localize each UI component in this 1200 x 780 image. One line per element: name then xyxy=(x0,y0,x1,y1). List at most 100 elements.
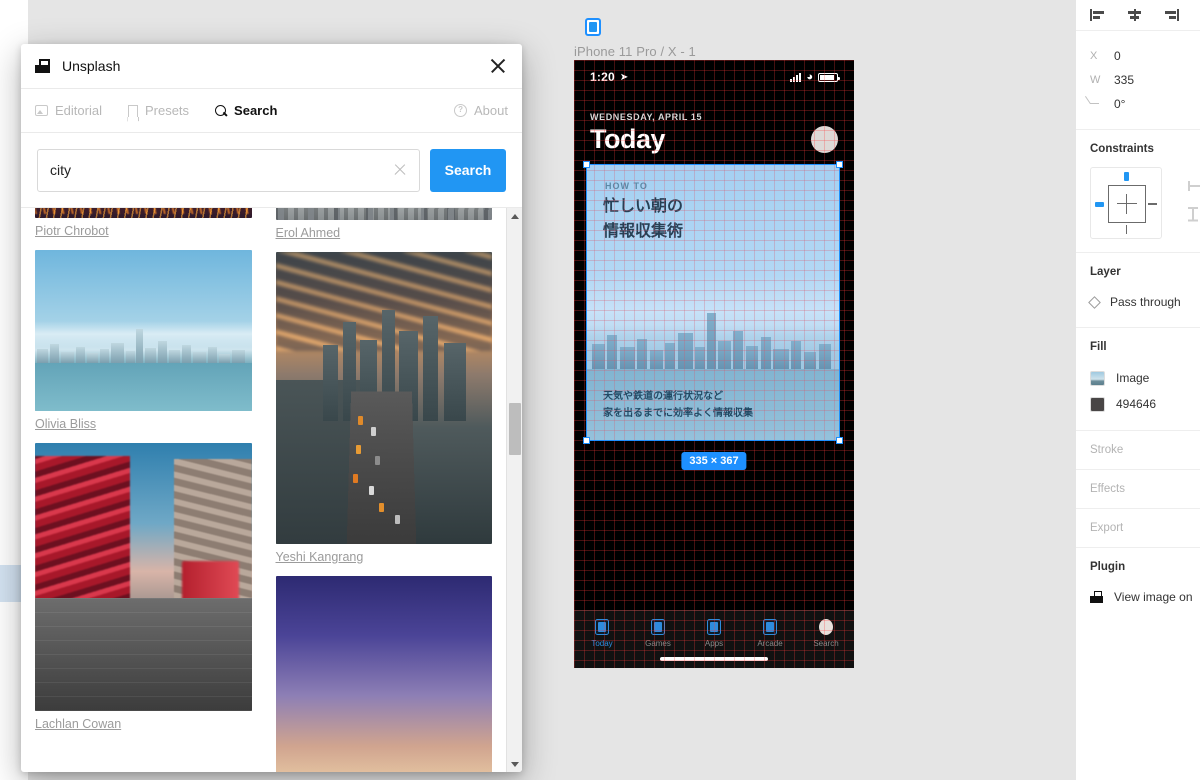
stroke-section[interactable]: Stroke xyxy=(1076,431,1200,470)
fill-section: Fill Image 494646 xyxy=(1076,328,1200,431)
w-value[interactable]: 335 xyxy=(1114,73,1134,87)
photo-thumbnail[interactable] xyxy=(275,208,492,220)
search-field-wrapper[interactable] xyxy=(37,148,420,192)
photographer-credit-link[interactable]: Erol Ahmed xyxy=(276,226,493,240)
results-scrollbar[interactable] xyxy=(506,208,522,772)
tab-presets[interactable]: Presets xyxy=(127,103,190,118)
home-indicator xyxy=(660,657,768,661)
effects-title: Effects xyxy=(1090,483,1125,495)
arcade-tab-icon xyxy=(763,619,777,635)
plugin-section: Plugin View image on xyxy=(1076,548,1200,622)
align-left-icon[interactable] xyxy=(1090,9,1105,21)
clear-icon[interactable] xyxy=(393,163,407,177)
horizontal-resize-icon[interactable] xyxy=(1188,181,1200,191)
fill-label[interactable]: 494646 xyxy=(1116,397,1156,411)
tab-editorial[interactable]: Editorial xyxy=(35,103,102,118)
iphone-frame[interactable]: 1:20 ➤ ◕ WEDNESDAY, APRIL 15 Today HOW T… xyxy=(574,60,854,668)
photo-result[interactable] xyxy=(275,576,492,772)
photo-result[interactable]: Lachlan Cowan xyxy=(35,443,252,731)
search-tab-icon xyxy=(819,619,833,635)
scroll-down-arrow-icon[interactable] xyxy=(507,756,522,772)
close-icon[interactable] xyxy=(488,56,508,76)
blend-mode-row[interactable]: Pass through xyxy=(1088,290,1186,314)
photographer-credit-link[interactable]: Olivia Bliss xyxy=(35,417,252,431)
tab-label: Today xyxy=(591,639,613,648)
resize-handle-top-right[interactable] xyxy=(836,161,843,168)
fill-swatch-solid[interactable] xyxy=(1090,396,1105,412)
x-position-row[interactable]: X 0 xyxy=(1090,44,1186,68)
scroll-up-arrow-icon[interactable] xyxy=(507,208,522,224)
tab-search[interactable]: Search xyxy=(798,619,854,648)
cellular-signal-icon xyxy=(790,72,802,82)
tab-today[interactable]: Today xyxy=(574,619,630,648)
constraint-bottom[interactable] xyxy=(1125,225,1127,234)
fill-title: Fill xyxy=(1090,341,1107,353)
photo-result[interactable]: Yeshi Kangrang xyxy=(275,252,493,564)
search-row: Search xyxy=(21,133,522,208)
plugin-action-row[interactable]: View image on xyxy=(1090,585,1193,609)
avatar[interactable] xyxy=(811,126,838,153)
stroke-title: Stroke xyxy=(1090,444,1124,456)
photo-thumbnail[interactable] xyxy=(35,443,252,711)
align-horizontal-center-icon[interactable] xyxy=(1127,9,1142,21)
export-section[interactable]: Export xyxy=(1076,509,1200,548)
tab-apps[interactable]: Apps xyxy=(686,619,742,648)
constraints-title: Constraints xyxy=(1090,143,1154,155)
effects-section[interactable]: Effects xyxy=(1076,470,1200,509)
dialog-titlebar: Unsplash xyxy=(21,44,522,89)
resize-handle-bottom-left[interactable] xyxy=(583,437,590,444)
fill-item-image[interactable]: Image xyxy=(1090,365,1186,391)
rotation-value[interactable]: 0° xyxy=(1114,97,1125,111)
plugin-action-label[interactable]: View image on xyxy=(1114,590,1193,604)
photo-thumbnail[interactable] xyxy=(35,208,252,218)
photo-result[interactable]: Erol Ahmed xyxy=(275,208,493,240)
photo-thumbnail[interactable] xyxy=(275,252,492,544)
tab-about[interactable]: ? About xyxy=(454,103,508,118)
constraints-widget[interactable] xyxy=(1090,167,1162,239)
selected-image-card[interactable]: HOW TO 忙しい朝の 情報収集術 天気や鉄道の運行状況など 家を出るまでに効… xyxy=(583,161,843,444)
tab-label: Search xyxy=(813,639,839,648)
tab-label: Presets xyxy=(144,103,190,118)
constraint-left[interactable] xyxy=(1095,201,1104,207)
fill-label[interactable]: Image xyxy=(1116,371,1149,385)
photographer-credit-link[interactable]: Lachlan Cowan xyxy=(35,717,252,731)
frame-name-label[interactable]: iPhone 11 Pro / X - 1 xyxy=(574,44,696,59)
blend-mode-value[interactable]: Pass through xyxy=(1110,295,1181,309)
tab-arcade[interactable]: Arcade xyxy=(742,619,798,648)
align-right-icon[interactable] xyxy=(1164,9,1179,21)
selection-outline xyxy=(586,164,840,441)
scrollbar-thumb[interactable] xyxy=(509,403,521,455)
width-row[interactable]: W 335 xyxy=(1090,68,1186,92)
photo-result[interactable]: Olivia Bliss xyxy=(35,250,252,431)
today-tab-icon xyxy=(595,619,609,635)
unsplash-plugin-dialog[interactable]: Unsplash Editorial Presets Search ? Abou… xyxy=(21,44,522,772)
photo-result[interactable]: Piotr Chrobot xyxy=(35,208,252,238)
rotation-row[interactable]: 0° xyxy=(1090,92,1186,116)
fill-swatch-image[interactable] xyxy=(1090,370,1105,386)
fill-item-solid[interactable]: 494646 xyxy=(1090,391,1186,417)
tab-games[interactable]: Games xyxy=(630,619,686,648)
wifi-icon: ◕ xyxy=(806,71,813,83)
vertical-resize-icon[interactable] xyxy=(1188,207,1198,221)
search-button[interactable]: Search xyxy=(430,148,506,192)
frame-header[interactable]: iPhone 11 Pro / X - 1 xyxy=(574,18,696,59)
search-input[interactable] xyxy=(50,162,393,178)
x-value[interactable]: 0 xyxy=(1114,49,1121,63)
dialog-title: Unsplash xyxy=(62,58,121,74)
resize-handle-bottom-right[interactable] xyxy=(836,437,843,444)
today-header: WEDNESDAY, APRIL 15 Today xyxy=(590,112,702,155)
results-scroll-region[interactable]: Piotr Chrobot Olivia Bliss Lachlan Cowan… xyxy=(21,208,506,772)
photographer-credit-link[interactable]: Piotr Chrobot xyxy=(35,224,252,238)
constraint-right[interactable] xyxy=(1148,203,1157,205)
tab-label: Games xyxy=(645,639,671,648)
selection-size-badge: 335 × 367 xyxy=(681,452,747,470)
image-icon xyxy=(35,105,48,116)
apps-tab-icon xyxy=(707,619,721,635)
tab-search[interactable]: Search xyxy=(215,103,277,118)
photo-thumbnail[interactable] xyxy=(275,576,492,772)
status-time: 1:20 xyxy=(590,70,615,84)
constraint-top[interactable] xyxy=(1124,172,1129,181)
photographer-credit-link[interactable]: Yeshi Kangrang xyxy=(276,550,493,564)
resize-handle-top-left[interactable] xyxy=(583,161,590,168)
photo-thumbnail[interactable] xyxy=(35,250,252,411)
